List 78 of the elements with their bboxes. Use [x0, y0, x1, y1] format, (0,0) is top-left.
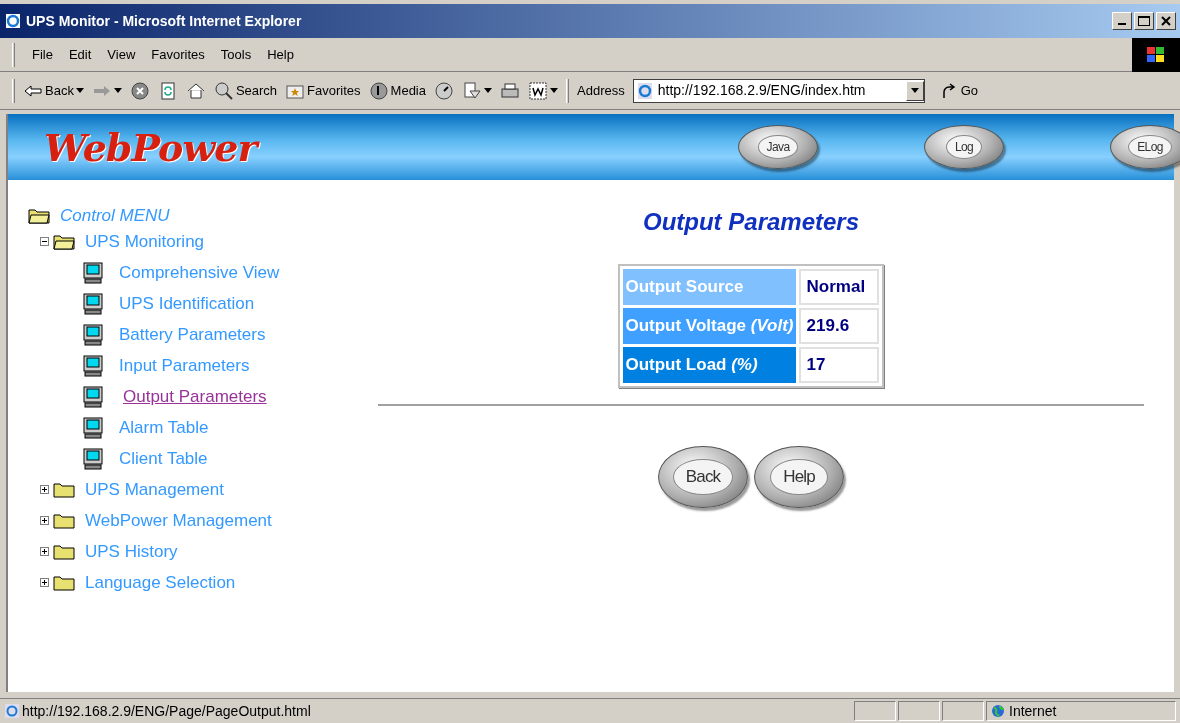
menu-item[interactable]: Tools — [215, 44, 257, 65]
search-button[interactable]: Search — [213, 80, 278, 101]
table-label: Output Source — [623, 269, 796, 305]
stop-icon — [129, 80, 150, 101]
page-button[interactable]: Back — [658, 446, 748, 508]
expand-icon[interactable] — [40, 578, 49, 587]
close-button[interactable] — [1156, 12, 1176, 30]
media-icon — [368, 80, 389, 101]
caret-icon — [550, 87, 558, 94]
mail-icon — [462, 80, 482, 101]
caret-icon — [484, 87, 492, 94]
address-field[interactable]: http://192.168.2.9/ENG/index.htm — [632, 78, 925, 103]
folder-icon — [53, 481, 75, 498]
monitor-icon — [83, 416, 103, 439]
monitor-icon — [83, 261, 103, 284]
stop-button[interactable] — [129, 80, 150, 101]
menu-item[interactable]: Help — [262, 44, 299, 65]
curved-arrow-icon — [940, 82, 957, 99]
monitor-icon — [83, 447, 103, 470]
caret-icon — [113, 87, 122, 94]
word-button[interactable] — [528, 80, 558, 101]
browser-logo-icon — [4, 12, 22, 30]
folder-icon — [53, 512, 75, 529]
table-value: 219.6 — [798, 308, 879, 344]
status-panel — [898, 701, 940, 721]
menu-item[interactable]: Edit — [63, 44, 97, 65]
page-icon — [4, 703, 20, 719]
search-icon — [213, 80, 234, 101]
address-label: Address — [577, 81, 625, 100]
monitor-icon — [83, 323, 103, 346]
page-button[interactable]: Help — [754, 446, 844, 508]
page-icon — [635, 81, 654, 100]
document-icon — [528, 80, 548, 101]
globe-icon — [991, 704, 1005, 718]
expand-icon[interactable] — [40, 516, 49, 525]
nav-button[interactable]: Java — [738, 125, 818, 169]
expand-icon[interactable] — [40, 485, 49, 494]
print-button[interactable] — [500, 80, 520, 101]
history-button[interactable] — [434, 80, 454, 101]
status-panel — [942, 701, 984, 721]
monitor-icon — [83, 354, 103, 377]
status-text: http://192.168.2.9/ENG/Page/PageOutput.html — [22, 701, 312, 721]
folder-icon — [53, 543, 75, 560]
dropdown-button[interactable] — [905, 80, 924, 101]
caret-icon — [75, 87, 84, 94]
windows-logo-icon — [1132, 37, 1180, 72]
tree-link[interactable]: Output Parameters — [119, 383, 267, 410]
table-value: Normal — [798, 269, 879, 305]
minimize-button[interactable] — [1112, 12, 1132, 30]
media-button[interactable]: Media — [368, 80, 426, 101]
status-panel — [854, 701, 896, 721]
collapse-icon[interactable] — [40, 237, 49, 246]
maximize-button[interactable] — [1134, 12, 1154, 30]
nav-button[interactable]: ELog — [1110, 125, 1180, 169]
nav-button[interactable]: Log — [924, 125, 1004, 169]
back-button[interactable]: Back — [23, 80, 84, 101]
monitor-icon — [83, 385, 103, 408]
expand-icon[interactable] — [40, 547, 49, 556]
printer-icon — [500, 80, 520, 101]
menu-item[interactable]: File — [27, 44, 58, 65]
monitor-icon — [83, 292, 103, 315]
zone-label: Internet — [1009, 701, 1057, 721]
table-label: Output Load (%) — [623, 347, 796, 383]
folder-icon — [53, 574, 75, 591]
table-value: 17 — [798, 347, 879, 383]
open-folder-icon — [53, 233, 75, 250]
page-heading: Output Parameters — [642, 207, 860, 237]
caret-icon — [910, 87, 919, 94]
clock-icon — [434, 80, 454, 101]
go-button[interactable]: Go — [940, 80, 979, 101]
close-icon — [1161, 16, 1171, 26]
mail-button[interactable] — [462, 80, 492, 101]
favorites-button[interactable]: Favorites — [285, 80, 361, 101]
menu-item[interactable]: Favorites — [146, 44, 210, 65]
open-folder-icon — [28, 208, 50, 224]
menu-item[interactable]: View — [102, 44, 141, 65]
window-title: UPS Monitor - Microsoft Internet Explorer — [26, 11, 302, 31]
table-label: Output Voltage (Volt) — [623, 308, 796, 344]
